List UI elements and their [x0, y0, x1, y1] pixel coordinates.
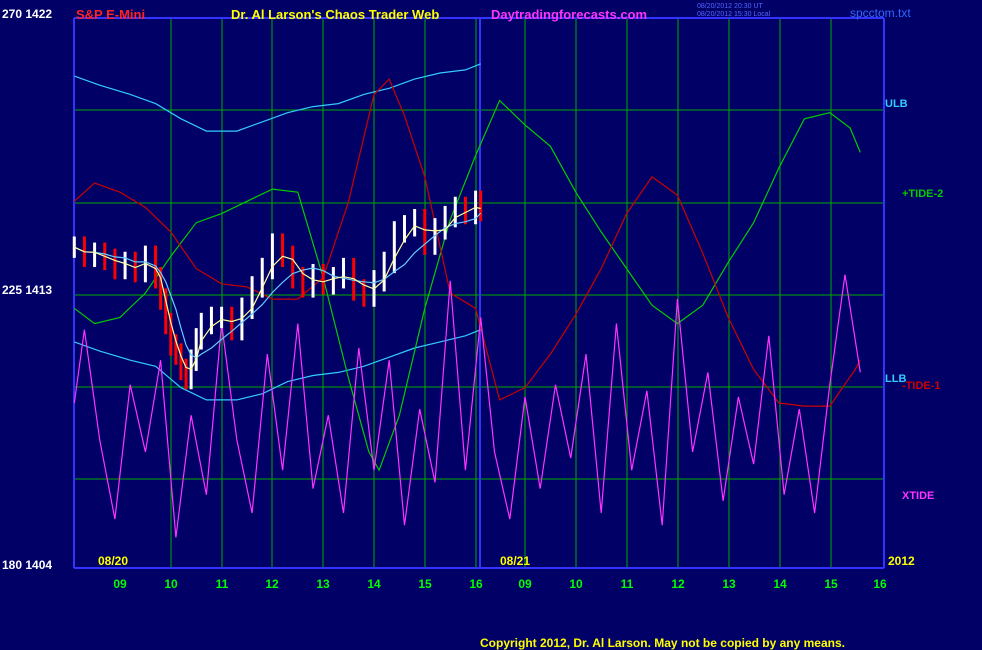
x-tick-label: 15 [418, 577, 432, 591]
timestamp-ut: 08/20/2012 20:30 UT [697, 3, 763, 10]
series-line-ulb [74, 63, 481, 132]
x-tick-label: 11 [216, 577, 229, 591]
copyright-notice: Copyright 2012, Dr. Al Larson. May not b… [480, 636, 845, 650]
legend-label: ULB [885, 98, 908, 110]
legend-label: XTIDE [902, 490, 934, 502]
x-tick-label: 12 [671, 577, 685, 591]
series-line-llb [74, 329, 481, 401]
site-link[interactable]: Daytradingforecasts.com [491, 7, 647, 22]
y-label-mid: 225 1413 [2, 283, 53, 297]
x-tick-label: 16 [469, 577, 483, 591]
moving-average-fast [74, 206, 481, 371]
x-tick-label: 09 [518, 577, 532, 591]
chart-svg: 09 10 11 12 13 14 15 16 09 10 11 12 13 14 15 16 08/20 08/… [72, 17, 943, 591]
date-label: 2012 [888, 554, 915, 568]
symbol-title: S&P E-Mini [76, 7, 146, 22]
x-tick-label: 12 [265, 577, 279, 591]
x-tick-label: 10 [569, 577, 583, 591]
x-tick-label: 14 [773, 577, 787, 591]
x-tick-label: 10 [164, 577, 178, 591]
x-tick-label: 13 [316, 577, 330, 591]
date-label: 08/20 [98, 554, 128, 568]
moving-average-slow [74, 212, 482, 359]
data-file-name: spcctom.txt [850, 6, 911, 20]
series-line-xtide [73, 274, 861, 538]
date-label: 08/21 [500, 554, 530, 568]
price-bars [72, 190, 483, 390]
legend-label: +TIDE-2 [902, 188, 943, 200]
y-label-top: 270 1422 [2, 7, 53, 21]
y-label-bottom: 180 1404 [2, 558, 53, 572]
x-tick-label: 09 [113, 577, 127, 591]
x-tick-label: 16 [873, 577, 887, 591]
timestamp-local: 08/20/2012 15:30 Local [697, 11, 771, 18]
chart-title: Dr. Al Larson's Chaos Trader Web [231, 7, 440, 22]
chart-axes [73, 17, 885, 569]
legend-label: -TIDE-1 [902, 380, 941, 392]
x-tick-label: 13 [722, 577, 736, 591]
series-lines [73, 63, 861, 538]
x-tick-label: 14 [367, 577, 381, 591]
x-tick-label: 15 [824, 577, 838, 591]
x-tick-label: 11 [621, 577, 634, 591]
